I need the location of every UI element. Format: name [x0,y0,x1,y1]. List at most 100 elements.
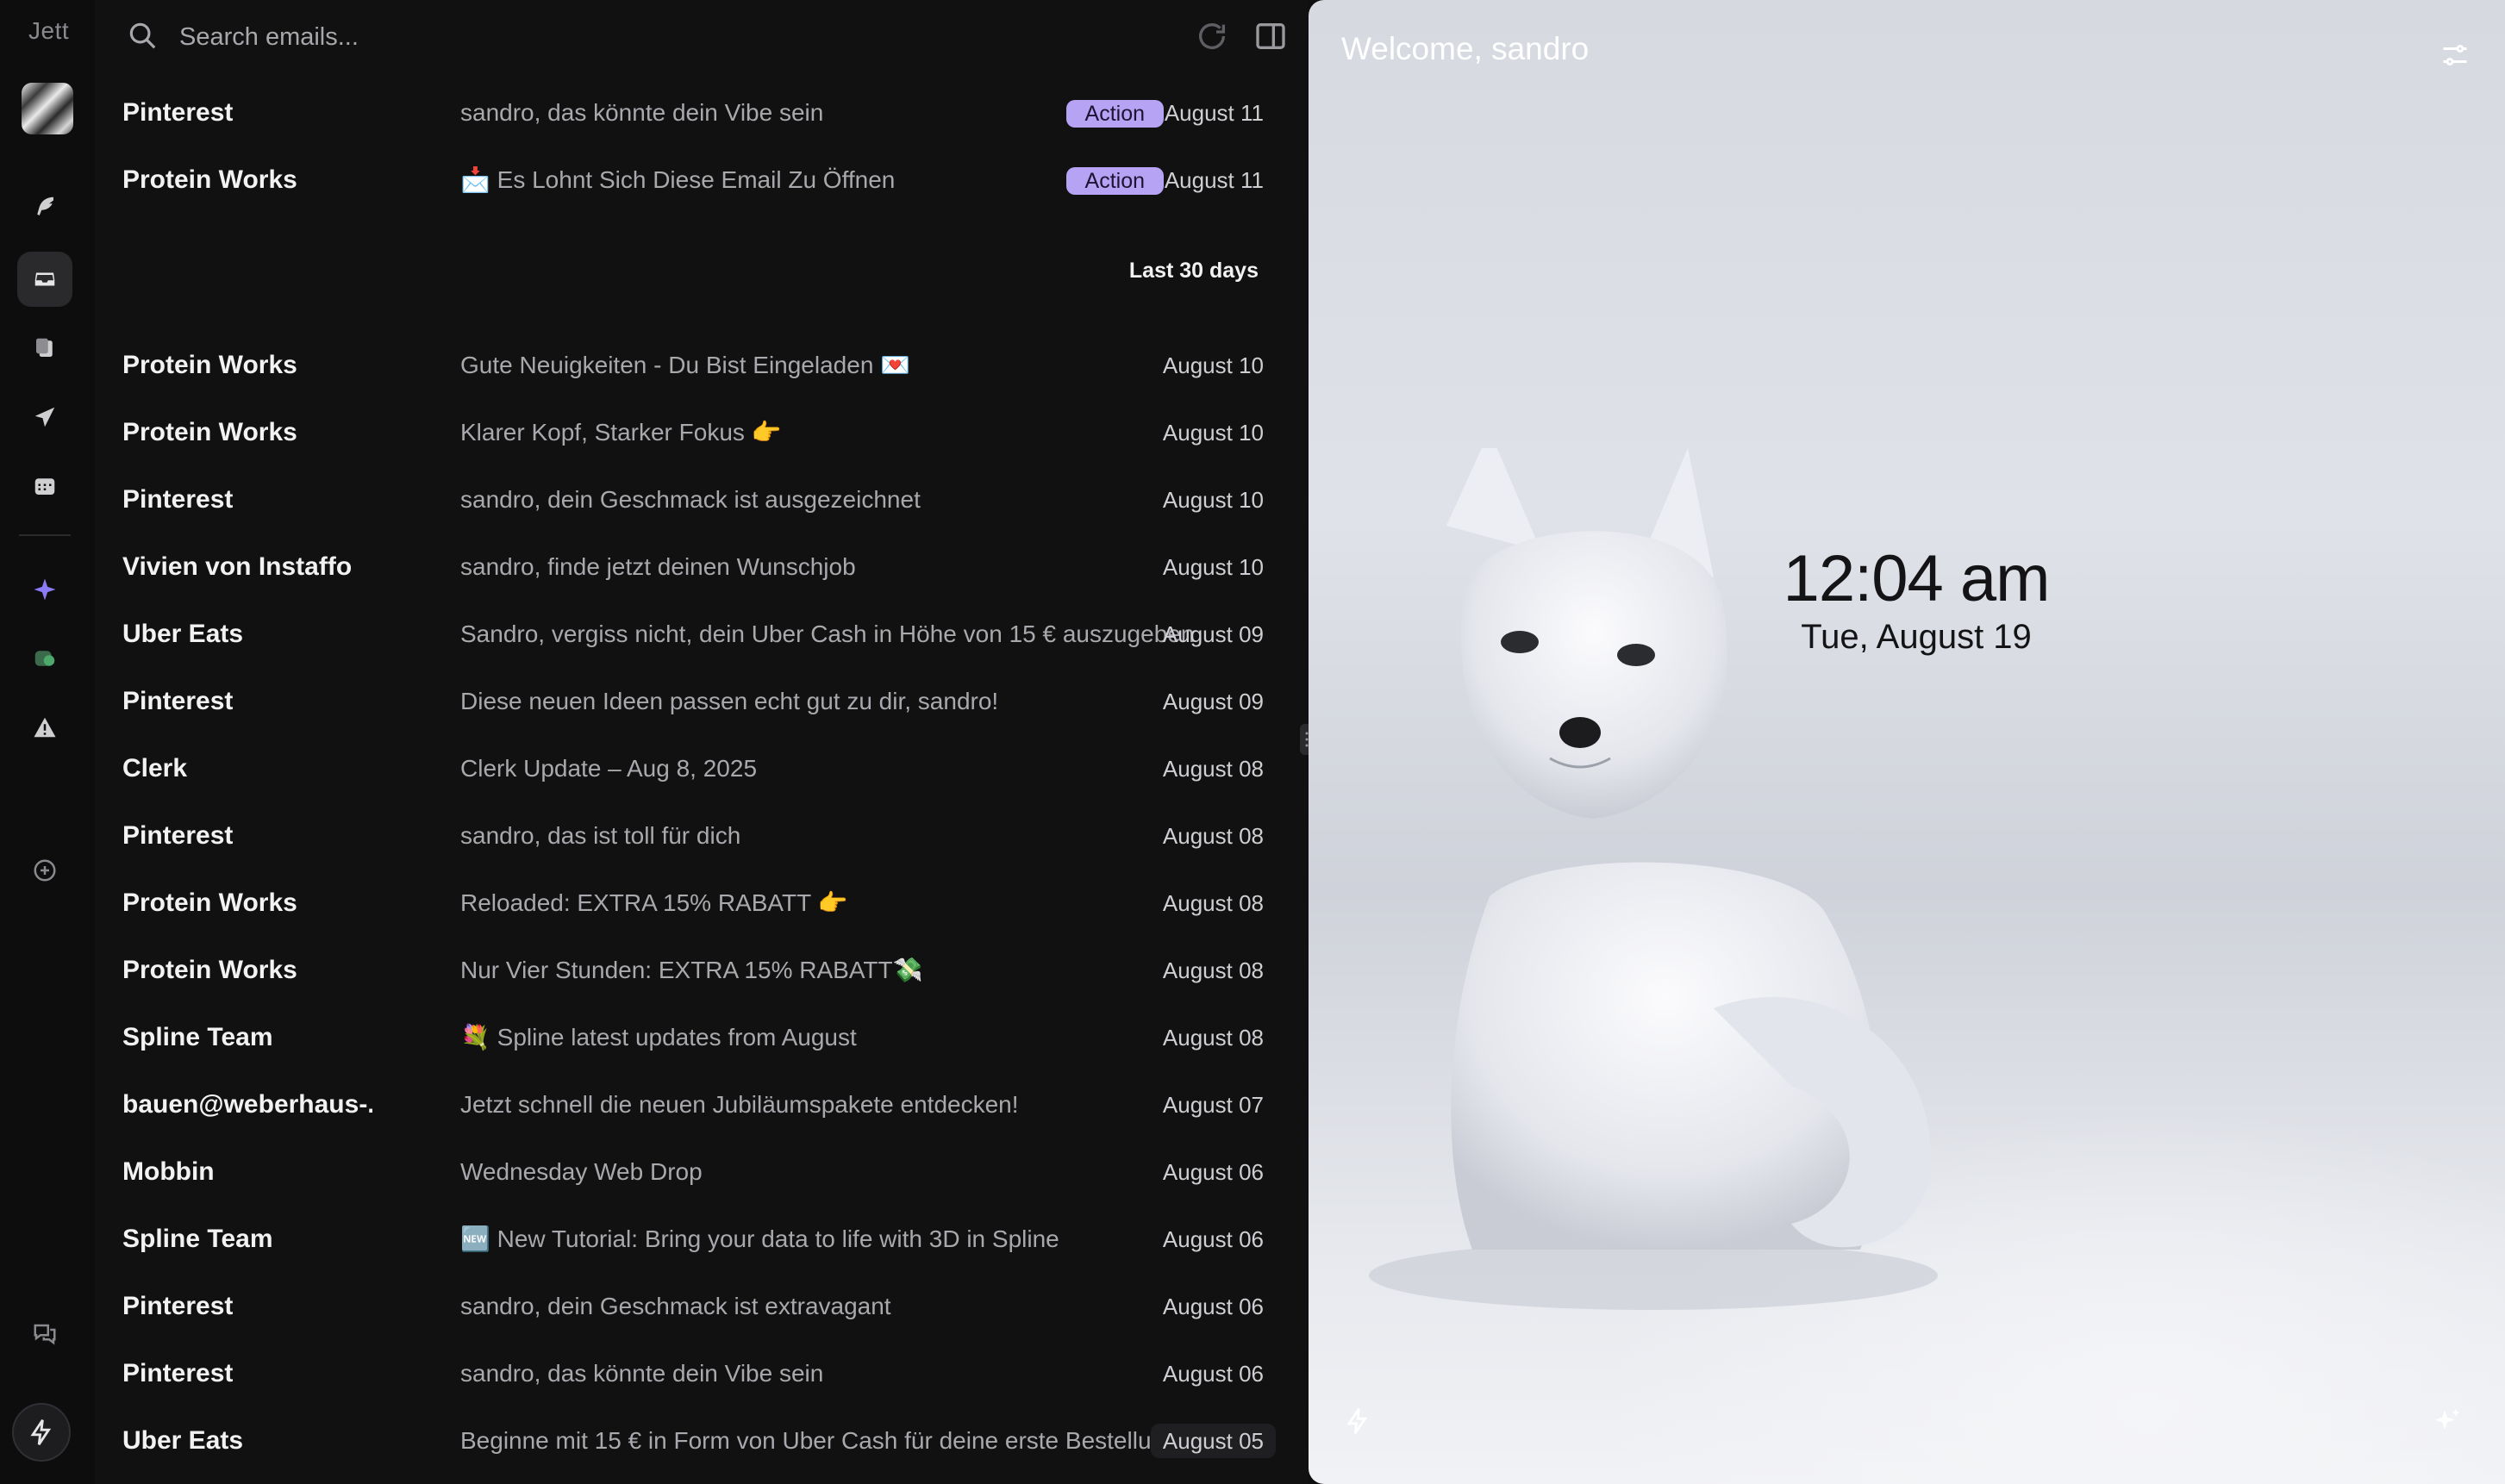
email-row[interactable]: Pinterest sandro, dein Geschmack ist aus… [95,466,1309,533]
toggle-panel-icon[interactable] [1253,19,1288,53]
email-row[interactable]: Mobbin Wednesday Web Drop August 06 [95,1138,1309,1206]
email-sender: Pinterest [122,1292,234,1320]
refresh-icon[interactable] [1195,19,1229,53]
action-badge: Action [1065,100,1164,128]
email-row[interactable]: Protein Works Reloaded: EXTRA 15% RABATT… [95,870,1309,937]
search-input[interactable] [178,17,957,57]
email-sender: bauen@weberhaus-... [122,1090,372,1119]
settings-sliders-icon[interactable] [2439,40,2471,71]
email-subject: sandro, dein Geschmack ist ausgezeichnet [460,486,921,513]
email-date: August 08 [1162,1025,1264,1051]
email-subject: Nur Vier Stunden: EXTRA 15% RABATT💸 [460,957,923,983]
email-date: August 06 [1162,1361,1264,1387]
email-row[interactable]: Protein Works Gute Neuigkeiten - Du Bist… [95,332,1309,399]
section-label: Last 30 days [1128,259,1259,283]
icon-rail: Jett [0,0,95,1484]
email-date: August 10 [1162,487,1264,513]
email-sender: Spline Team [122,1023,273,1051]
bolt-icon [30,1419,52,1445]
email-sender: Protein Works [122,418,297,446]
email-date: August 10 [1162,352,1264,378]
email-list-pane: Pinterest sandro, das könnte dein Vibe s… [95,0,1309,1484]
email-row[interactable]: Spline Team 🆕 New Tutorial: Bring your d… [95,1206,1309,1273]
sparkle-icon[interactable] [17,562,72,617]
email-date: August 09 [1162,621,1264,647]
send-icon[interactable] [17,390,72,445]
email-date: August 06 [1162,1294,1264,1319]
email-subject: sandro, finde jetzt deinen Wunschjob [460,553,856,580]
email-row[interactable]: bauen@weberhaus-... Jetzt schnell die ne… [95,1071,1309,1138]
email-sender: Clerk [122,754,188,783]
clock-date: Tue, August 19 [1801,618,2032,656]
email-row[interactable]: Pinterest sandro, das ist toll für dich … [95,802,1309,870]
email-row[interactable]: Vivien von Instaffo sandro, finde jetzt … [95,533,1309,601]
email-subject: sandro, das könnte dein Vibe sein [460,1360,824,1387]
email-row[interactable]: Pinterest Diese neuen Ideen passen echt … [95,668,1309,735]
email-date: August 10 [1162,554,1264,580]
avatar[interactable] [22,83,73,134]
email-sender: Protein Works [122,351,297,379]
email-sender: Protein Works [122,889,297,917]
email-row[interactable]: Clerk Clerk Update – Aug 8, 2025 August … [95,735,1309,802]
email-sender: Uber Eats [122,620,244,648]
email-date: August 06 [1162,1159,1264,1185]
email-date: August 10 [1162,420,1264,446]
email-row[interactable]: Spline Team 💐 Spline latest updates from… [95,1004,1309,1071]
email-sender: Pinterest [122,687,234,715]
email-subject: Gute Neuigkeiten - Du Bist Eingeladen 💌 [460,352,911,378]
email-row[interactable]: Protein Works Nur Vier Stunden: EXTRA 15… [95,937,1309,1004]
email-sender: Protein Works [122,956,297,984]
search-icon [129,22,156,49]
clock-time: 12:04 am [1783,542,2051,615]
app-name: Jett [28,17,70,44]
email-date: August 11 [1164,167,1264,193]
email-subject: Reloaded: EXTRA 15% RABATT 👉 [460,889,848,916]
email-sender: Spline Team [122,1225,273,1253]
email-date: August 07 [1162,1092,1264,1118]
documents-icon[interactable] [17,321,72,376]
email-row[interactable]: Protein Works Klarer Kopf, Starker Fokus… [95,399,1309,466]
email-date: August 09 [1162,689,1264,714]
email-subject: Diese neuen Ideen passen echt gut zu dir… [460,688,999,714]
email-date: August 06 [1162,1226,1264,1252]
welcome-panel: Welcome, sandro 12:04 am Tue, August 19 [1309,0,2505,1484]
email-row[interactable]: Pinterest sandro, das könnte dein Vibe s… [95,1340,1309,1407]
email-row[interactable]: Pinterest sandro, das könnte dein Vibe s… [95,79,1309,147]
chat-icon[interactable] [17,1306,72,1362]
warning-icon[interactable] [17,700,72,755]
email-date: August 08 [1162,756,1264,782]
email-subject: 🆕 New Tutorial: Bring your data to life … [460,1225,1059,1252]
shield-icon[interactable] [17,631,72,686]
email-subject: Clerk Update – Aug 8, 2025 [460,755,758,782]
email-date: August 08 [1162,890,1264,916]
feather-icon[interactable] [17,179,72,234]
email-subject: Jetzt schnell die neuen Jubiläumspakete … [460,1091,1019,1118]
email-sender: Protein Works [122,165,297,194]
email-subject: Wednesday Web Drop [460,1158,703,1185]
email-date: August 08 [1162,823,1264,849]
email-sender: Pinterest [122,1359,234,1387]
welcome-greeting: Welcome, sandro [1341,31,1590,66]
email-sender: Mobbin [122,1157,215,1186]
email-row[interactable]: Pinterest sandro, dein Geschmack ist ext… [95,1273,1309,1340]
email-date: August 08 [1162,957,1264,983]
email-date: August 11 [1164,100,1264,126]
inbox-icon[interactable] [17,252,72,307]
lightning-icon[interactable] [1343,1406,1372,1436]
add-circle-icon[interactable] [17,843,72,898]
email-sender: Pinterest [122,821,234,850]
clock: 12:04 am Tue, August 19 [1722,543,2110,658]
email-row[interactable]: Uber Eats Beginne mit 15 € in Form von U… [95,1407,1309,1475]
email-row[interactable]: Uber Eats Sandro, vergiss nicht, dein Ub… [95,601,1309,668]
search-bar [95,0,1309,72]
calendar-icon[interactable] [17,458,72,514]
ai-sparkle-icon[interactable] [2433,1406,2462,1436]
rail-divider [19,534,71,536]
email-sender: Pinterest [122,485,234,514]
email-subject: Sandro, vergiss nicht, dein Uber Cash in… [460,620,1195,647]
action-badge: Action [1065,167,1164,195]
email-row[interactable]: Protein Works 📩 Es Lohnt Sich Diese Emai… [95,147,1309,214]
email-subject: sandro, das ist toll für dich [460,822,741,849]
bolt-button[interactable] [12,1403,71,1462]
email-subject: Beginne mit 15 € in Form von Uber Cash f… [460,1427,1178,1454]
